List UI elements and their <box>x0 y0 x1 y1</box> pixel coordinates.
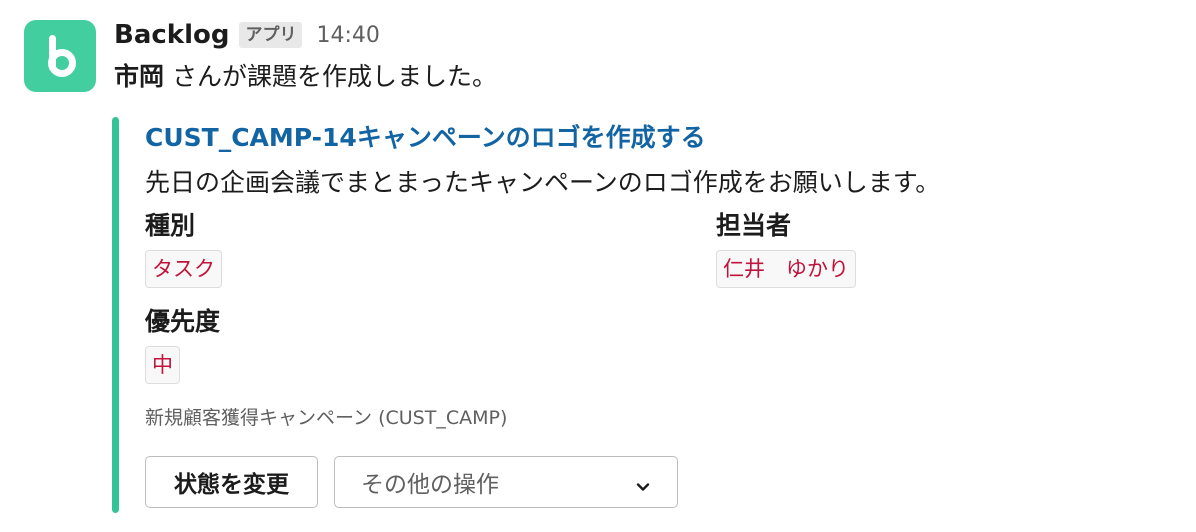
other-actions-dropdown[interactable]: その他の操作 <box>334 456 678 508</box>
type-tag: タスク <box>145 250 222 288</box>
app-badge: アプリ <box>239 22 303 48</box>
priority-label: 優先度 <box>145 307 221 336</box>
backlog-logo-icon[interactable] <box>24 20 96 92</box>
message: Backlog アプリ 14:40 市岡 さんが課題を作成しました。 CUST_… <box>0 0 1196 532</box>
message-summary: 市岡 さんが課題を作成しました。 <box>114 59 497 95</box>
message-header: Backlog アプリ 14:40 <box>114 16 380 54</box>
change-status-button[interactable]: 状態を変更 <box>145 456 318 508</box>
issue-title-link[interactable]: CUST_CAMP-14キャンペーンのロゴを作成する <box>145 121 706 155</box>
issue-description: 先日の企画会議でまとまったキャンペーンのロゴ作成をお願いします。 <box>145 168 941 197</box>
chevron-down-icon <box>635 475 651 501</box>
priority-tag: 中 <box>145 346 180 384</box>
assignee-label: 担当者 <box>716 211 792 240</box>
summary-text: さんが課題を作成しました。 <box>164 62 497 91</box>
issue-attachment: CUST_CAMP-14キャンペーンのロゴを作成する 先日の企画会議でまとまった… <box>112 117 940 513</box>
attachment-accent-bar <box>112 117 119 513</box>
change-status-label: 状態を変更 <box>174 472 289 498</box>
assignee-tag: 仁井 ゆかり <box>716 250 856 288</box>
user-name: 市岡 <box>114 62 165 91</box>
timestamp[interactable]: 14:40 <box>316 23 379 48</box>
type-label: 種別 <box>145 211 196 240</box>
app-name[interactable]: Backlog <box>114 20 229 50</box>
project-name: 新規顧客獲得キャンペーン (CUST_CAMP) <box>145 407 508 429</box>
other-actions-label: その他の操作 <box>361 472 499 498</box>
